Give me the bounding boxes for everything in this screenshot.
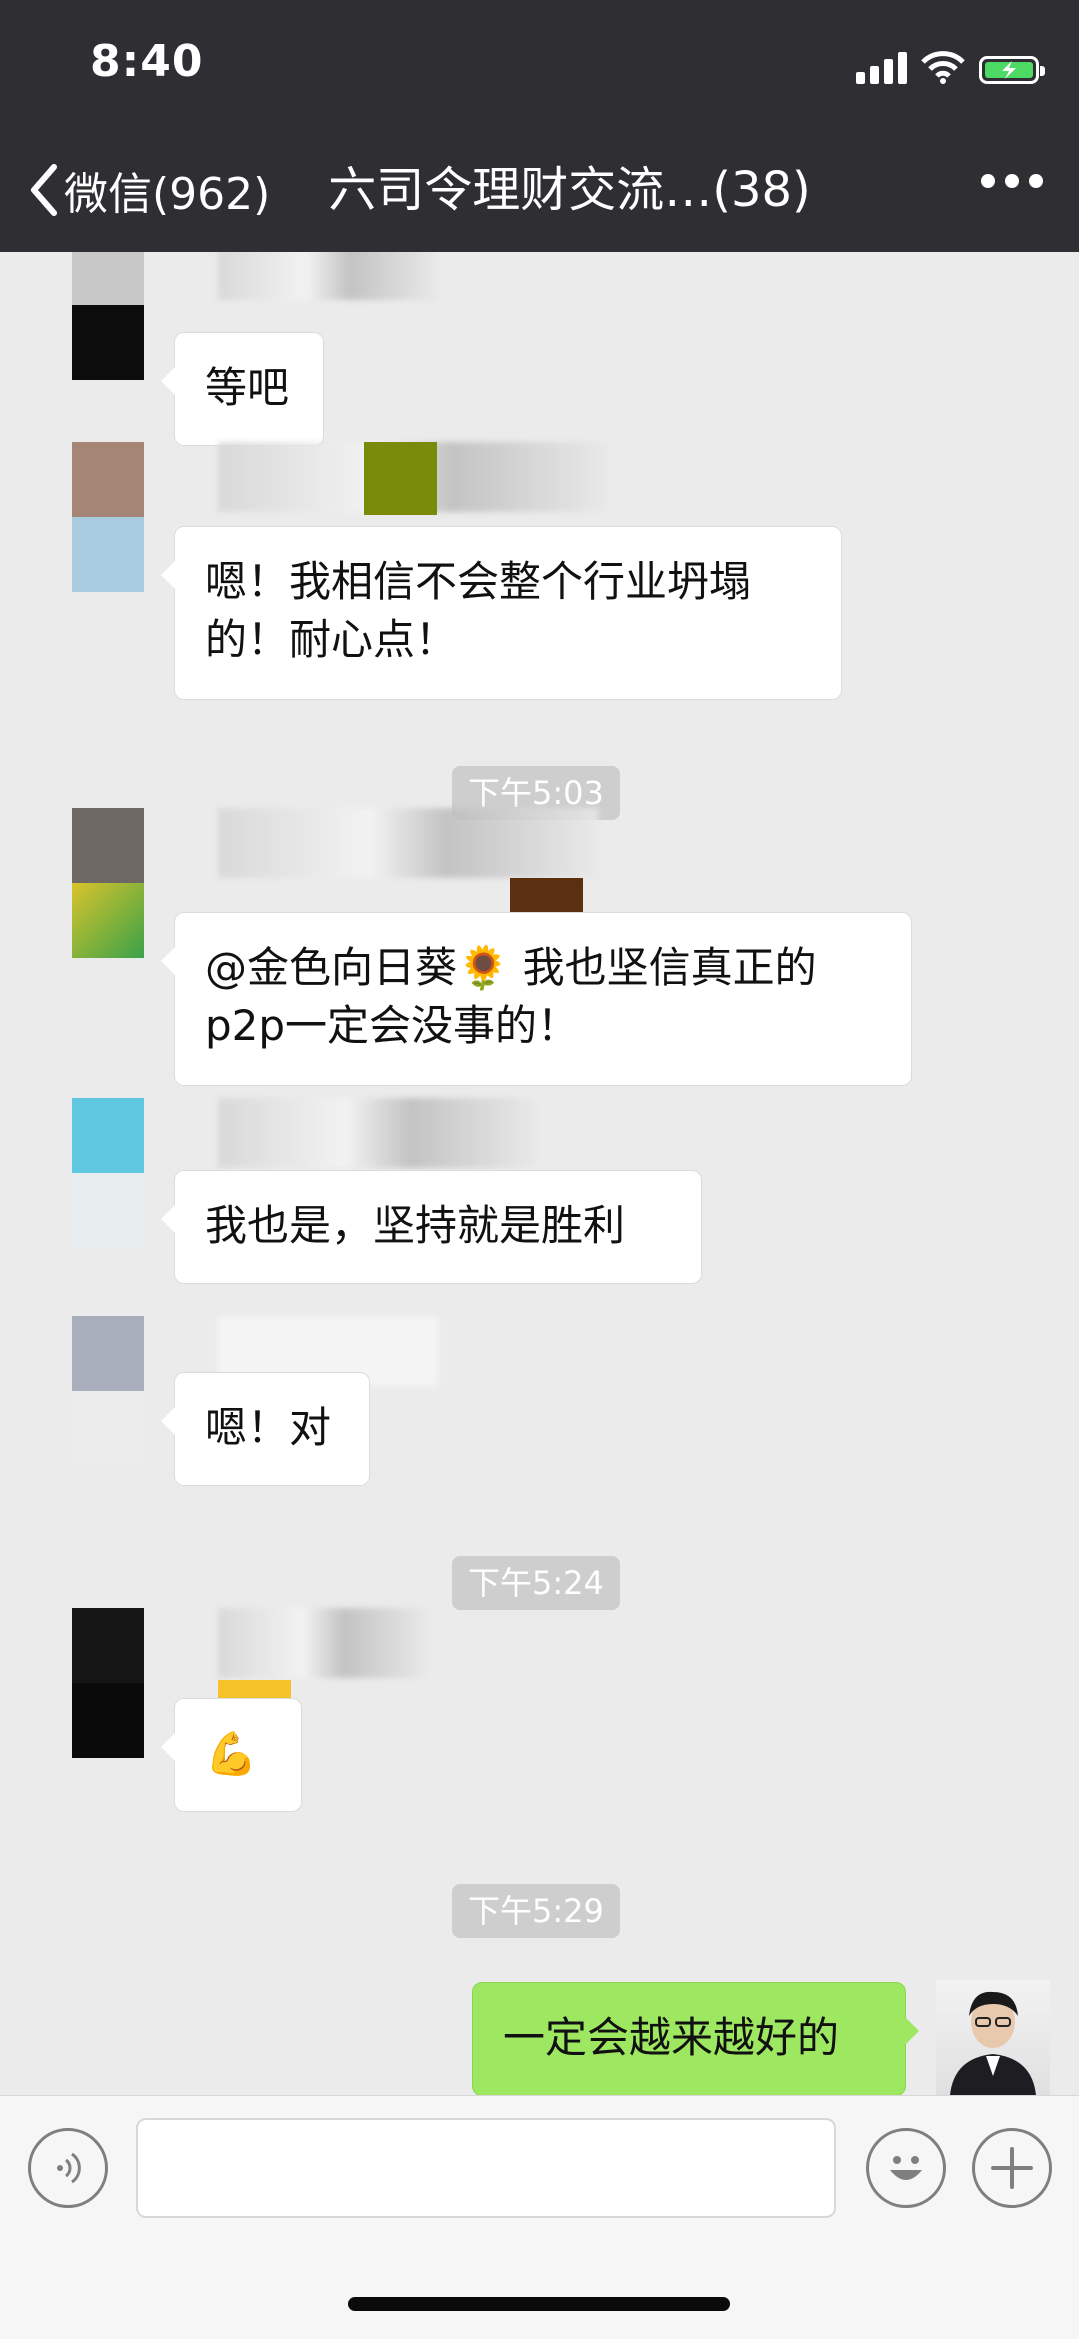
status-icons	[856, 44, 1045, 84]
sender-name-redacted	[218, 1098, 538, 1168]
message-text: 嗯！我相信不会整个行业坍塌的！耐心点！	[205, 557, 752, 664]
voice-icon	[57, 2152, 81, 2184]
plus-icon	[991, 2147, 1033, 2189]
sender-name-redacted	[218, 1608, 428, 1678]
top-bar: 8:40 微信(962) 六司令理财交流…(38)	[0, 0, 1079, 252]
message-text: 一定会越来越好的	[503, 2013, 840, 2062]
message-bubble[interactable]: @金色向日葵🌻 我也坚信真正的p2p一定会没事的！	[161, 912, 912, 1086]
status-time: 8:40	[90, 36, 204, 87]
emoji-icon	[890, 2156, 922, 2180]
message-list[interactable]: 等吧 嗯！我相信不会整个行业坍塌的！耐心点！ 下午5:03 @金色向日葵🌻 我也…	[0, 252, 1079, 2095]
home-indicator[interactable]	[348, 2297, 730, 2311]
avatar[interactable]	[72, 808, 144, 958]
message-bubble[interactable]: 等吧	[161, 332, 324, 446]
navigation-bar: 微信(962) 六司令理财交流…(38)	[0, 150, 1079, 230]
timestamp: 下午5:29	[452, 1884, 620, 1938]
sender-name-redacted	[364, 442, 437, 515]
message-text: 嗯！对	[205, 1403, 332, 1452]
message-text: @金色向日葵🌻 我也坚信真正的p2p一定会没事的！	[205, 943, 817, 1050]
timestamp: 下午5:24	[452, 1556, 620, 1610]
emoji-button[interactable]	[866, 2128, 946, 2208]
more-functions-button[interactable]	[972, 2128, 1052, 2208]
message-text: 等吧	[205, 363, 290, 412]
message-input[interactable]	[136, 2118, 836, 2218]
avatar[interactable]	[72, 442, 144, 592]
message-bubble[interactable]: 嗯！我相信不会整个行业坍塌的！耐心点！	[161, 526, 842, 700]
voice-button[interactable]	[28, 2128, 108, 2208]
message-bubble[interactable]: 我也是，坚持就是胜利	[161, 1170, 702, 1284]
avatar[interactable]	[72, 252, 144, 380]
avatar[interactable]	[72, 1098, 144, 1248]
message-bubble[interactable]: 嗯！对	[161, 1372, 370, 1486]
sender-name-redacted	[218, 252, 438, 300]
avatar[interactable]	[72, 1608, 144, 1758]
message-bubble[interactable]: 💪	[161, 1698, 302, 1812]
my-message-bubble[interactable]: 一定会越来越好的	[472, 1982, 919, 2095]
wifi-icon	[921, 51, 965, 84]
battery-charging-icon	[979, 56, 1045, 84]
message-text: 我也是，坚持就是胜利	[205, 1201, 626, 1250]
message-text: 💪	[205, 1729, 258, 1778]
avatar[interactable]	[72, 1316, 144, 1466]
sender-name-redacted	[218, 1680, 291, 1700]
cellular-signal-icon	[856, 50, 907, 84]
my-avatar[interactable]	[936, 1980, 1050, 2095]
sender-name-redacted	[218, 808, 598, 878]
more-icon[interactable]	[981, 174, 1043, 188]
chat-title: 六司令理财交流…(38)	[328, 162, 811, 218]
